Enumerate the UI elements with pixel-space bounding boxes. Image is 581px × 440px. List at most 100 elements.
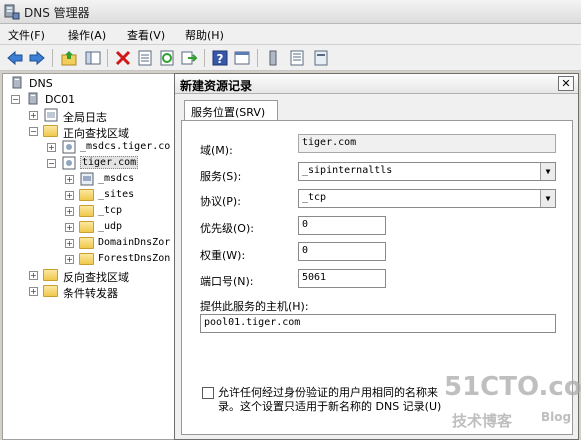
tree-label-reverse-zones: 反向查找区域 (63, 271, 129, 284)
port-label: 端口号(N): (200, 275, 254, 288)
collapse-icon[interactable]: − (29, 127, 38, 136)
watermark-sub: 技术博客 (452, 412, 513, 430)
svg-text:?: ? (217, 52, 224, 66)
tree-label-conditional-forwarders: 条件转发器 (63, 287, 118, 300)
protocol-value: _tcp (302, 192, 327, 203)
tree-node-tiger-zone[interactable]: − tiger.com (47, 156, 175, 172)
delegation-icon (80, 172, 94, 186)
expand-icon[interactable]: + (47, 143, 56, 152)
weight-input[interactable]: 0 (298, 242, 386, 261)
menu-action[interactable]: 操作(A) (68, 27, 106, 43)
tree-label-domaindnszones: DomainDnsZor (98, 237, 171, 248)
expand-icon[interactable]: + (65, 191, 74, 200)
close-button[interactable]: ✕ (558, 76, 574, 91)
tree-node-sites[interactable]: + _sites (65, 188, 175, 204)
expand-icon[interactable]: + (29, 287, 38, 296)
expand-icon[interactable]: + (29, 271, 38, 280)
tree-node-global-logs[interactable]: + 全局日志 (29, 108, 169, 124)
tree-label-sites: _sites (98, 189, 135, 200)
tab-srv-label: 服务位置(SRV) (191, 106, 266, 119)
chevron-down-icon[interactable]: ▼ (540, 190, 555, 207)
tree-node-tcp[interactable]: + _tcp (65, 204, 175, 220)
host-input[interactable]: pool01.tiger.com (200, 314, 556, 333)
help-icon[interactable]: ? (211, 49, 229, 67)
service-value: _sipinternaltls (302, 165, 393, 176)
tree-label-udp: _udp (98, 221, 123, 232)
toolbar-separator (107, 49, 108, 67)
tree-label-forestdnszones: ForestDnsZon (98, 253, 171, 264)
menu-view[interactable]: 查看(V) (127, 27, 165, 43)
server-icon[interactable] (264, 49, 282, 67)
expand-icon[interactable]: + (65, 223, 74, 232)
tree-node-conditional-forwarders[interactable]: + 条件转发器 (29, 284, 169, 300)
properties-icon[interactable] (136, 49, 154, 67)
toolbar-separator (204, 49, 205, 67)
tree-node-forestdnszones[interactable]: + ForestDnsZon (65, 252, 175, 268)
expand-icon[interactable]: + (65, 175, 74, 184)
menu-help[interactable]: 帮助(H) (185, 27, 224, 43)
menu-file[interactable]: 文件(F) (8, 27, 45, 43)
service-combobox[interactable]: _sipinternaltls ▼ (298, 162, 556, 181)
folder-icon (43, 285, 58, 297)
tree-label-forward-zones: 正向查找区域 (63, 127, 129, 140)
back-icon[interactable] (6, 49, 24, 67)
watermark-blog: Blog (541, 410, 572, 424)
tree-node-dns[interactable]: DNS (9, 76, 169, 92)
priority-input[interactable]: 0 (298, 216, 386, 235)
expand-icon[interactable]: + (65, 207, 74, 216)
expand-icon[interactable]: + (65, 239, 74, 248)
tree-node-domaindnszones[interactable]: + DomainDnsZor (65, 236, 175, 252)
record-icon[interactable] (312, 49, 330, 67)
collapse-icon[interactable]: − (47, 159, 56, 168)
allow-update-checkbox[interactable] (202, 387, 214, 399)
tree-label-dc01: DC01 (45, 93, 76, 106)
refresh-icon[interactable] (158, 49, 176, 67)
console-tree: DNS − DC01 + 全局日志 − 正向查找区域 + _msdcs.tige… (2, 73, 176, 440)
priority-label: 优先级(O): (200, 222, 254, 235)
chevron-down-icon[interactable]: ▼ (540, 163, 555, 180)
expand-icon[interactable]: + (65, 255, 74, 264)
zone-icon (62, 156, 76, 170)
tree-node-reverse-zones[interactable]: + 反向查找区域 (29, 268, 169, 284)
tree-node-udp[interactable]: + _udp (65, 220, 175, 236)
domain-label: 域(M): (200, 144, 233, 157)
export-icon[interactable] (180, 49, 198, 67)
dns-root-icon (12, 76, 22, 89)
forward-icon[interactable] (28, 49, 46, 67)
menu-bar: 文件(F) 操作(A) 查看(V) 帮助(H) (0, 24, 581, 45)
service-label: 服务(S): (200, 170, 242, 183)
list-icon[interactable] (288, 49, 306, 67)
tree-node-dc01[interactable]: − DC01 (11, 92, 171, 108)
tree-node-msdcs-zone[interactable]: + _msdcs.tiger.co (47, 140, 175, 156)
folder-icon (79, 237, 94, 249)
dialog-title-bar: 新建资源记录 ✕ (175, 74, 578, 94)
tree-label-msdcs-zone: _msdcs.tiger.co (80, 141, 171, 152)
tree-label-dns: DNS (29, 77, 53, 90)
delete-icon[interactable] (114, 49, 132, 67)
toolbar-separator (257, 49, 258, 67)
zone-icon (62, 140, 76, 154)
collapse-icon[interactable]: − (11, 95, 20, 104)
tab-srv[interactable]: 服务位置(SRV) (184, 100, 278, 121)
tree-label-tcp: _tcp (98, 205, 123, 216)
tree-node-msdcs[interactable]: + _msdcs (65, 172, 175, 188)
show-hide-tree-icon[interactable] (84, 49, 102, 67)
server-node-icon (28, 92, 38, 105)
up-folder-icon[interactable] (60, 49, 78, 67)
tree-label-tiger-zone: tiger.com (80, 156, 139, 169)
toolbar-separator (52, 49, 53, 67)
window-title: DNS 管理器 (24, 6, 90, 20)
domain-field: tiger.com (298, 134, 556, 153)
host-label: 提供此服务的主机(H): (200, 300, 309, 313)
title-bar: DNS 管理器 (0, 0, 581, 24)
dialog-title: 新建资源记录 (180, 79, 253, 93)
folder-icon (79, 205, 94, 217)
port-input[interactable]: 5061 (298, 269, 386, 288)
watermark-site: 51CTO.com (444, 372, 581, 402)
tree-node-forward-zones[interactable]: − 正向查找区域 (29, 124, 169, 140)
protocol-combobox[interactable]: _tcp ▼ (298, 189, 556, 208)
console-icon[interactable] (233, 49, 251, 67)
folder-icon (43, 125, 58, 137)
folder-icon (79, 221, 94, 233)
expand-icon[interactable]: + (29, 111, 38, 120)
